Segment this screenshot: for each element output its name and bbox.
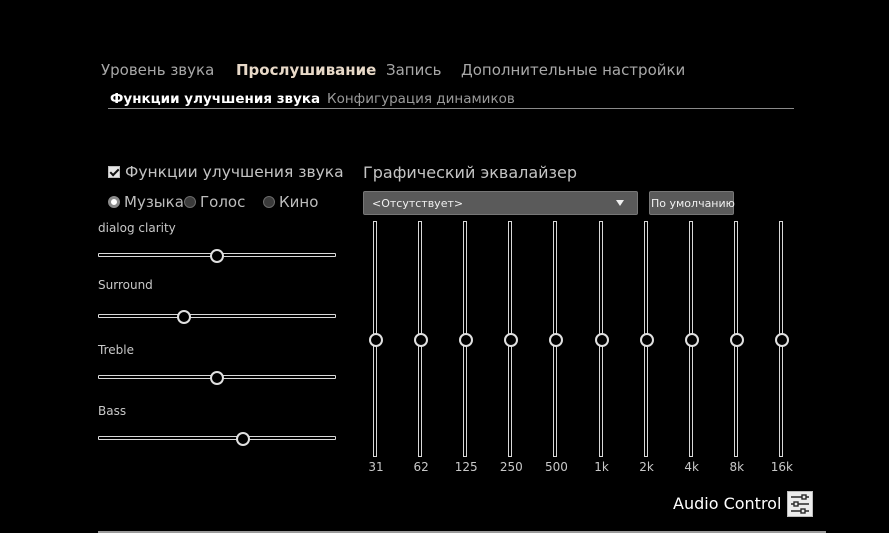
radio-movie[interactable] [263,196,275,208]
slider-thumb[interactable] [210,371,224,385]
dialog-clarity-label: dialog clarity [98,221,176,235]
subtab-speaker-configuration[interactable]: Конфигурация динамиков [327,91,515,107]
enhancements-checkbox-label: Функции улучшения звука [125,163,344,181]
eq-freq-label: 4k [684,460,699,474]
eq-slider-62[interactable] [414,221,429,457]
mode-movie-label: Кино [279,193,319,211]
eq-slider-16k[interactable] [774,221,789,457]
eq-freq-label: 16k [770,460,793,474]
default-button[interactable]: По умолчанию [649,191,735,215]
preset-dropdown[interactable]: <Отсутствует> [363,191,638,215]
mode-music[interactable]: Музыка [108,193,184,211]
eq-slider-4k[interactable] [684,221,699,457]
surround-slider[interactable] [98,310,336,324]
audio-control-label: Audio Control [673,494,782,513]
mode-voice-label: Голос [200,193,246,211]
eq-freq-label: 31 [368,460,384,474]
eq-slider-250[interactable] [504,221,519,457]
bass-label: Bass [98,404,127,418]
eq-slider-31[interactable] [369,221,383,457]
eq-freq-label: 500 [544,460,568,474]
preset-value: <Отсутствует> [372,197,464,210]
eq-freq-label: 250 [499,460,523,474]
tab-playback[interactable]: Прослушивание [236,61,376,79]
surround-label: Surround [98,278,153,292]
enhancements-checkbox[interactable] [108,166,120,178]
tab-recording[interactable]: Запись [386,61,441,79]
subtab-divider [108,108,794,109]
eq-slider-thumb[interactable] [594,333,609,347]
eq-slider-500[interactable] [549,221,564,457]
eq-slider-8k[interactable] [729,221,744,457]
eq-slider-thumb[interactable] [774,333,789,347]
chevron-down-icon [616,200,624,206]
tab-advanced-settings[interactable]: Дополнительные настройки [461,61,685,79]
eq-slider-thumb[interactable] [729,333,744,347]
equalizer-title: Графический эквалайзер [363,163,578,182]
eq-freq-label: 8k [729,460,745,474]
eq-slider-thumb[interactable] [369,333,383,347]
radio-music[interactable] [108,196,120,208]
mode-music-label: Музыка [124,193,184,211]
mode-movie[interactable]: Кино [263,193,318,211]
enhancements-toggle[interactable]: Функции улучшения звука [108,163,344,181]
eq-freq-label: 62 [413,460,429,474]
eq-slider-125[interactable] [459,221,474,457]
eq-slider-thumb[interactable] [459,333,474,347]
eq-freq-label: 1k [594,460,609,474]
bass-slider[interactable] [98,432,336,446]
eq-slider-thumb[interactable] [414,333,429,347]
mode-voice[interactable]: Голос [184,193,245,211]
subtab-sound-enhancements[interactable]: Функции улучшения звука [110,91,320,107]
eq-slider-thumb[interactable] [684,333,699,347]
radio-voice[interactable] [184,196,196,208]
eq-freq-label: 125 [454,460,478,474]
eq-slider-thumb[interactable] [549,333,564,347]
treble-slider[interactable] [98,371,336,385]
slider-thumb[interactable] [210,249,224,263]
eq-slider-2k[interactable] [639,221,654,457]
tab-sound-level[interactable]: Уровень звука [101,61,214,79]
eq-slider-thumb[interactable] [639,333,654,347]
treble-label: Treble [98,343,134,357]
sliders-icon [787,491,813,517]
slider-thumb[interactable] [176,310,191,324]
eq-slider-thumb[interactable] [504,333,519,347]
slider-thumb[interactable] [235,432,250,446]
eq-freq-label: 2k [639,460,654,474]
dialog-clarity-slider[interactable] [98,249,336,263]
eq-slider-1k[interactable] [594,221,609,457]
